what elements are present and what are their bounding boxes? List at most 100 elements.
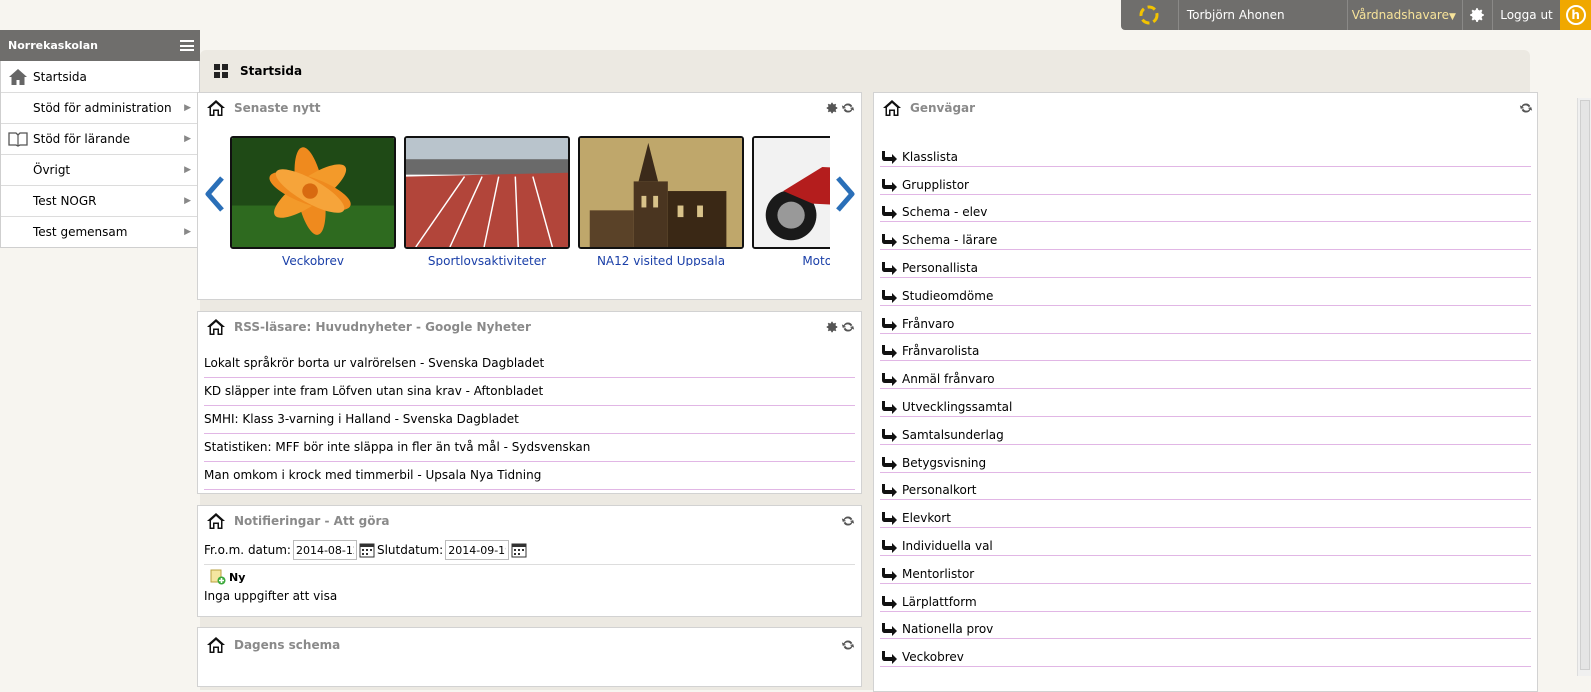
shortcut-item[interactable]: Anmäl frånvaro [880, 361, 1531, 390]
rss-item[interactable]: Lokalt språkrör borta ur valrörelsen - S… [204, 350, 855, 378]
panel-title: RSS-läsare: Huvudnyheter - Google Nyhete… [234, 320, 531, 334]
shortcut-item[interactable]: Schema - lärare [880, 222, 1531, 251]
chevron-right-icon: ▶ [184, 227, 191, 237]
news-thumbnail[interactable] [752, 136, 830, 249]
refresh-icon[interactable] [841, 101, 855, 115]
rss-item[interactable]: Man omkom i krock med timmerbil - Upsala… [204, 462, 855, 490]
news-item[interactable]: NA12 visited Uppsala [578, 136, 744, 266]
refresh-icon[interactable] [841, 514, 855, 528]
news-thumbnail[interactable] [230, 136, 396, 249]
home-icon [207, 513, 225, 529]
logout-button[interactable]: Logga ut [1493, 0, 1560, 30]
news-item[interactable]: Motorcykel [752, 136, 830, 266]
shortcut-label: Schema - elev [902, 205, 988, 220]
chevron-right-icon: ▶ [184, 103, 191, 113]
shortcut-item[interactable]: Elevkort [880, 500, 1531, 529]
notifications-panel: Notifieringar - Att göra Fr.o.m. datum: … [197, 505, 862, 617]
sidebar-item-test-gemensam[interactable]: Test gemensam ▶ [1, 216, 199, 247]
panel-title: Notifieringar - Att göra [234, 514, 390, 528]
sidebar-item-larande[interactable]: Stöd för lärande ▶ [1, 123, 199, 154]
empty-message: Inga uppgifter att visa [204, 589, 338, 603]
shortcut-item[interactable]: Veckobrev [880, 639, 1531, 668]
sidebar-item-ovrigt[interactable]: Övrigt ▶ [1, 154, 199, 185]
shortcut-label: Klasslista [902, 149, 959, 164]
shortcut-item[interactable]: Frånvaro [880, 306, 1531, 334]
shortcut-item[interactable]: Schema - elev [880, 195, 1531, 223]
shortcut-item[interactable]: Betygsvisning [880, 445, 1531, 473]
shortcut-item[interactable]: Individuella val [880, 528, 1531, 556]
news-thumbnail[interactable] [404, 136, 570, 249]
shortcut-label: Studieomdöme [902, 288, 994, 303]
panel-title: Senaste nytt [234, 101, 321, 115]
to-date-input[interactable] [445, 540, 510, 560]
settings-gear-icon[interactable] [825, 320, 839, 334]
shortcut-item[interactable]: Utvecklingssamtal [880, 389, 1531, 417]
news-link[interactable]: NA12 visited Uppsala [578, 254, 744, 266]
shortcut-label: Personalkort [902, 483, 977, 498]
shortcut-item[interactable]: Personalkort [880, 473, 1531, 501]
sidebar-item-startsida[interactable]: Startsida [1, 61, 199, 92]
add-note-icon [210, 569, 226, 585]
user-name[interactable]: Torbjörn Ahonen [1179, 0, 1348, 30]
news-carousel: Veckobrev Sportlovsaktiviteter NA12 visi… [204, 136, 855, 266]
forward-arrow-icon [882, 206, 897, 220]
news-item[interactable]: Veckobrev [230, 136, 396, 266]
sidebar-item-administration[interactable]: Stöd för administration ▶ [1, 92, 199, 123]
panel-header: Genvägar [874, 93, 1537, 123]
sidebar-item-label: Startsida [33, 69, 87, 84]
shortcut-label: Veckobrev [902, 650, 964, 665]
shortcut-item[interactable]: Personallista [880, 250, 1531, 278]
news-link[interactable]: Veckobrev [230, 254, 396, 266]
date-filter-row: Fr.o.m. datum: Slutdatum: [204, 536, 855, 565]
sidebar-item-test-nogr[interactable]: Test NOGR ▶ [1, 185, 199, 216]
refresh-icon[interactable] [1519, 101, 1533, 115]
forward-arrow-icon [882, 512, 897, 526]
app-logo-icon[interactable] [1121, 0, 1179, 30]
brand-logo-icon[interactable]: h [1560, 0, 1591, 30]
main-content: Startsida Senaste nytt Veckobrev Sportlo… [197, 50, 1538, 692]
to-date-label: Slutdatum: [376, 543, 444, 557]
calendar-icon[interactable] [359, 542, 375, 558]
shortcut-list: Klasslista Grupplistor Schema - elev Schema… [874, 123, 1537, 668]
from-date-input[interactable] [292, 540, 357, 560]
shortcut-item[interactable]: Lärplattform [880, 584, 1531, 612]
rss-item[interactable]: Statistiken: MFF bör inte släppa in fler… [204, 434, 855, 462]
shortcut-item[interactable]: Frånvarolista [880, 334, 1531, 362]
forward-arrow-icon [882, 484, 897, 498]
shortcut-label: Schema - lärare [902, 233, 998, 248]
refresh-icon[interactable] [841, 320, 855, 334]
page-scrollbar[interactable] [1577, 98, 1591, 676]
role-selector[interactable]: Vårdnadshavare▼ [1348, 0, 1462, 30]
refresh-icon[interactable] [841, 638, 855, 652]
carousel-prev-icon[interactable] [204, 176, 228, 212]
shortcut-label: Nationella prov [902, 622, 994, 637]
shortcut-item[interactable]: Samtalsunderlag [880, 417, 1531, 445]
news-link[interactable]: Motorcykel [752, 254, 830, 266]
shortcut-item[interactable]: Klasslista [880, 139, 1531, 167]
sidebar-item-label: Test NOGR [33, 194, 97, 208]
shortcut-item[interactable]: Grupplistor [880, 167, 1531, 195]
calendar-icon[interactable] [511, 542, 527, 558]
shortcut-item[interactable]: Studieomdöme [880, 278, 1531, 306]
news-link[interactable]: Sportlovsaktiviteter [404, 254, 570, 266]
forward-arrow-icon [882, 234, 897, 248]
menu-icon[interactable] [180, 40, 194, 51]
school-name: Norrekaskolan [8, 39, 98, 52]
new-task-label: Ny [229, 570, 246, 584]
shortcut-item[interactable]: Mentorlistor [880, 556, 1531, 584]
news-item[interactable]: Sportlovsaktiviteter [404, 136, 570, 266]
forward-arrow-icon [882, 261, 897, 275]
rss-item[interactable]: KD släpper inte fram Löfven utan sina kr… [204, 378, 855, 406]
from-date-label: Fr.o.m. datum: [204, 543, 291, 557]
settings-gear-icon[interactable] [1461, 0, 1493, 30]
carousel-next-icon[interactable] [832, 176, 856, 212]
shortcut-label: Individuella val [902, 538, 993, 553]
shortcuts-panel: Genvägar Klasslista Grupplistor Schema - e… [873, 92, 1538, 692]
new-task-button[interactable]: Ny [198, 565, 861, 585]
rss-item[interactable]: SMHI: Klass 3-varning i Halland - Svensk… [204, 406, 855, 434]
settings-gear-icon[interactable] [825, 101, 839, 115]
shortcut-item[interactable]: Nationella prov [880, 612, 1531, 640]
news-thumbnail[interactable] [578, 136, 744, 249]
panel-title: Dagens schema [234, 638, 341, 652]
chevron-right-icon: ▶ [184, 165, 191, 175]
